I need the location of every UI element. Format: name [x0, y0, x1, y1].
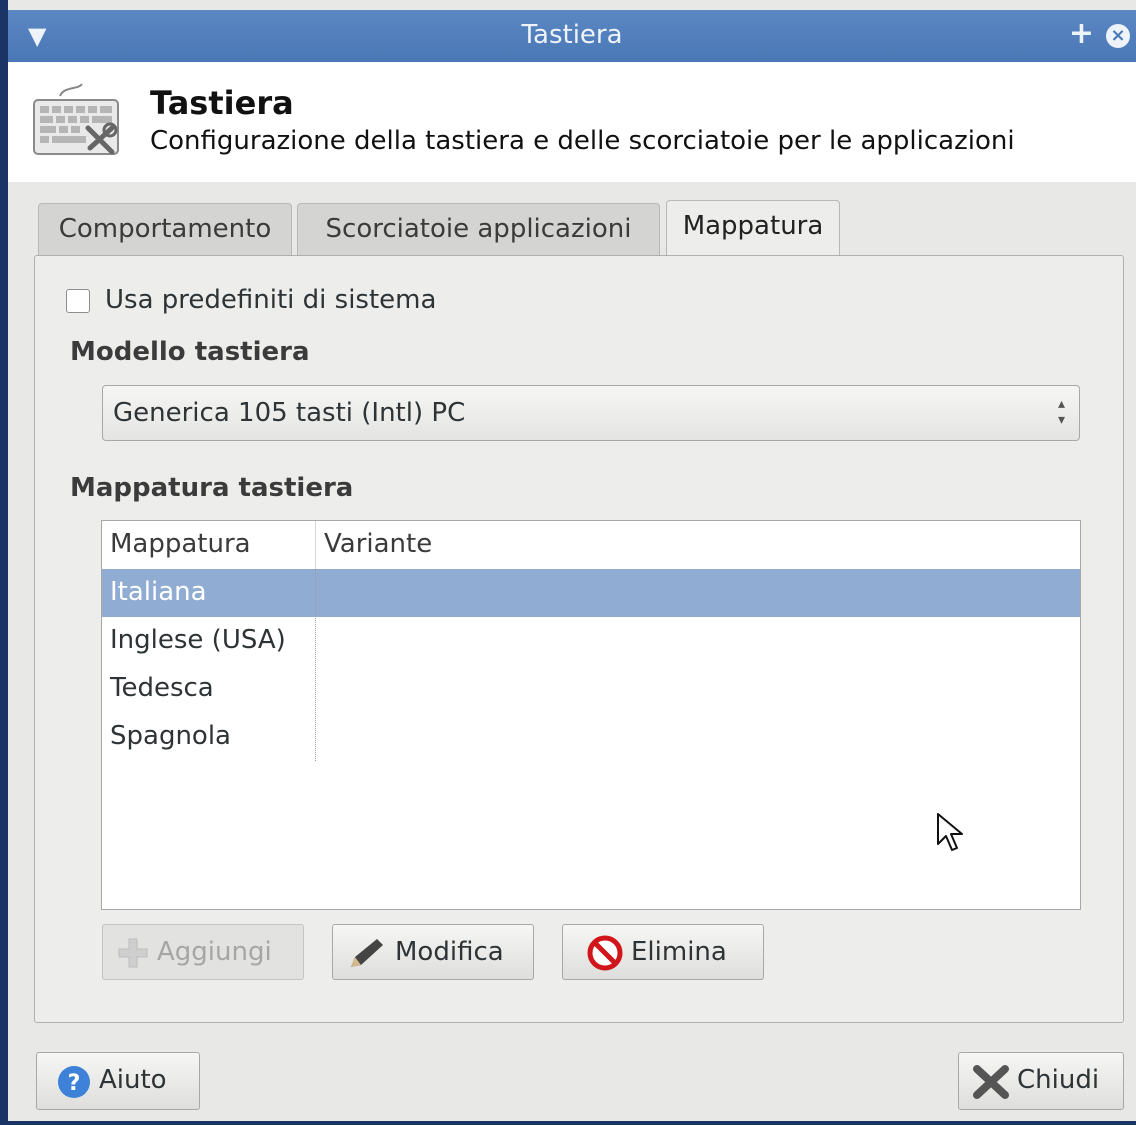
row-layout-name: Tedesca [110, 673, 214, 703]
edit-layout-button[interactable]: Modifica [332, 924, 534, 980]
spin-arrows-icon: ▴ ▾ [1057, 396, 1065, 428]
tab-app-shortcuts[interactable]: Scorciatoie applicazioni [297, 203, 660, 255]
close-x-icon [973, 1065, 1009, 1099]
mouse-pointer-icon [937, 813, 963, 851]
close-button-label: Chiudi [1017, 1065, 1100, 1095]
keyboard-layout-heading: Mappatura tastiera [70, 473, 354, 503]
use-system-defaults-checkbox[interactable] [66, 289, 90, 313]
keyboard-settings-window: ▼ Tastiera + × Tastiera Configurazione d… [0, 0, 1136, 1125]
close-window-icon[interactable]: × [1106, 24, 1130, 48]
column-header-layout[interactable]: Mappatura [110, 529, 251, 559]
dialog-subtitle: Configurazione della tastiera e delle sc… [150, 126, 1015, 156]
add-button-label: Aggiungi [157, 937, 272, 967]
keyboard-model-select[interactable]: Generica 105 tasti (Intl) PC ▴ ▾ [102, 385, 1080, 441]
row-layout-name: Spagnola [110, 721, 231, 751]
keyboard-layout-list[interactable]: Mappatura Variante Italiana Inglese (USA… [101, 520, 1081, 910]
svg-text:?: ? [68, 1071, 81, 1096]
row-layout-name: Italiana [110, 577, 207, 607]
title-bar[interactable]: ▼ Tastiera + × [8, 10, 1136, 62]
maximize-icon[interactable]: + [1069, 16, 1094, 51]
table-row[interactable]: Spagnola [102, 713, 1080, 761]
use-system-defaults-label[interactable]: Usa predefiniti di sistema [105, 285, 436, 315]
table-row[interactable]: Inglese (USA) [102, 617, 1080, 665]
close-button[interactable]: Chiudi [958, 1052, 1124, 1110]
tab-layout[interactable]: Mappatura [666, 200, 840, 256]
keyboard-model-heading: Modello tastiera [70, 337, 310, 367]
column-separator[interactable] [315, 521, 316, 569]
help-icon: ? [58, 1066, 90, 1098]
list-header: Mappatura Variante [102, 521, 1080, 570]
help-button[interactable]: ? Aiuto [36, 1052, 200, 1110]
column-divider [315, 569, 316, 761]
delete-button-label: Elimina [631, 937, 727, 967]
edit-button-label: Modifica [395, 937, 504, 967]
pencil-icon [351, 939, 383, 967]
dialog-title: Tastiera [150, 84, 294, 122]
add-icon [118, 938, 148, 968]
help-button-label: Aiuto [99, 1065, 167, 1095]
delete-icon [587, 935, 623, 971]
keyboard-icon [33, 83, 119, 155]
dialog-header: Tastiera Configurazione della tastiera e… [8, 62, 1136, 182]
row-layout-name: Inglese (USA) [110, 625, 286, 655]
keyboard-model-value: Generica 105 tasti (Intl) PC [113, 398, 466, 428]
tab-behavior[interactable]: Comportamento [38, 203, 292, 255]
add-layout-button[interactable]: Aggiungi [102, 924, 304, 980]
table-row[interactable]: Italiana [102, 569, 1080, 617]
column-header-variant[interactable]: Variante [324, 529, 432, 559]
window-title: Tastiera [521, 20, 623, 50]
delete-layout-button[interactable]: Elimina [562, 924, 764, 980]
table-row[interactable]: Tedesca [102, 665, 1080, 713]
